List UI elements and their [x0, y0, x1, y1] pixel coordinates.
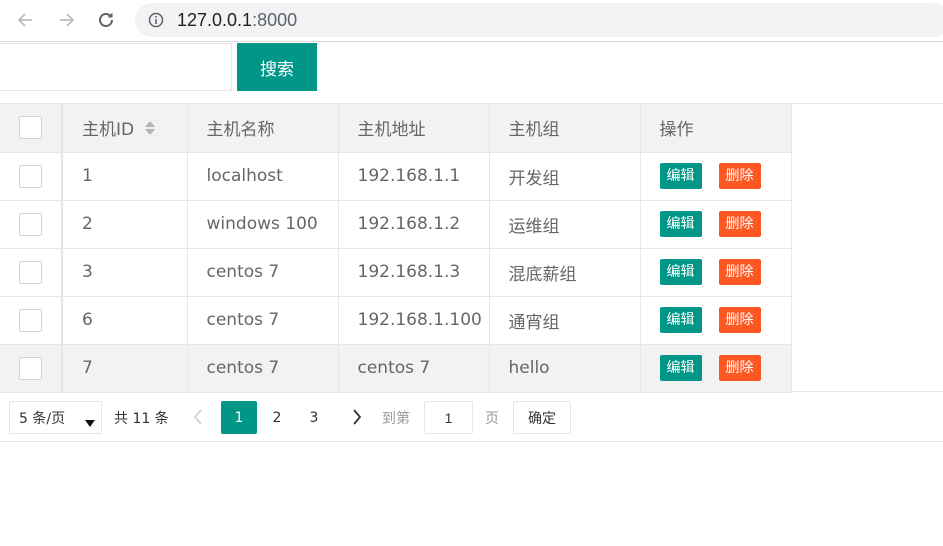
select-all-checkbox[interactable]	[19, 116, 42, 140]
table-row: 6 centos 7 192.168.1.100 通宵组 编辑 删除	[0, 295, 792, 345]
cell-host-name: centos 7	[186, 295, 339, 345]
forward-button[interactable]	[52, 6, 80, 34]
row-checkbox[interactable]	[19, 212, 42, 236]
cell-host-group: 开发组	[488, 152, 641, 201]
header-host-id[interactable]: 主机ID	[61, 104, 188, 153]
row-checkbox-cell	[0, 295, 63, 345]
goto-confirm-button[interactable]: 确定	[513, 401, 571, 434]
goto-label: 到第	[382, 411, 410, 427]
delete-button[interactable]: 删除	[718, 307, 761, 333]
row-checkbox-cell	[0, 343, 63, 393]
cell-host-group: 运维组	[488, 199, 641, 249]
cell-actions: 编辑 删除	[639, 199, 792, 249]
cell-host-id: 6	[61, 295, 188, 345]
page-size-select[interactable]: 5 条/页	[9, 401, 102, 434]
chevron-right-icon	[353, 409, 362, 425]
pagination: 5 条/页 共 11 条 1 2 3 到第 页 确定	[0, 392, 943, 442]
cell-host-name: centos 7	[186, 343, 339, 393]
edit-button[interactable]: 编辑	[659, 259, 702, 285]
table-row: 2 windows 100 192.168.1.2 运维组 编辑 删除	[0, 199, 792, 249]
address-bar[interactable]: 127.0.0.1:8000	[135, 3, 943, 37]
total-count: 共 11 条	[114, 411, 169, 427]
cell-host-name: localhost	[186, 152, 339, 201]
search-button[interactable]: 搜索	[237, 43, 317, 91]
table-header-row: 主机ID 主机名称 主机地址 主机组 操作	[0, 104, 792, 153]
chevron-left-icon	[193, 409, 202, 425]
cell-host-group: 混底薪组	[488, 247, 641, 297]
reload-button[interactable]	[92, 6, 120, 34]
cell-host-name: centos 7	[186, 247, 339, 297]
prev-page-button[interactable]	[186, 405, 210, 429]
info-icon[interactable]	[148, 12, 164, 28]
search-input[interactable]	[0, 43, 232, 91]
url-port: :8000	[252, 9, 298, 30]
table-row: 1 localhost 192.168.1.1 开发组 编辑 删除	[0, 152, 792, 201]
cell-host-group: hello	[488, 343, 641, 393]
next-page-button[interactable]	[345, 405, 369, 429]
cell-actions: 编辑 删除	[639, 247, 792, 297]
row-checkbox-cell	[0, 199, 63, 249]
reload-icon	[99, 12, 113, 27]
page-button-3[interactable]: 3	[296, 401, 332, 434]
goto-page-input[interactable]	[424, 401, 473, 434]
cell-host-group: 通宵组	[488, 295, 641, 345]
header-host-group: 主机组	[488, 104, 641, 153]
row-checkbox[interactable]	[19, 260, 42, 284]
header-host-id-label: 主机ID	[82, 120, 135, 140]
header-host-name: 主机名称	[186, 104, 339, 153]
cell-host-id: 7	[61, 343, 188, 393]
cell-actions: 编辑 删除	[639, 295, 792, 345]
browser-toolbar: 127.0.0.1:8000	[0, 0, 943, 42]
header-actions: 操作	[639, 104, 792, 153]
cell-host-address: 192.168.1.2	[337, 199, 490, 249]
delete-button[interactable]: 删除	[718, 163, 761, 189]
delete-button[interactable]: 删除	[718, 211, 761, 237]
page-unit-label: 页	[485, 411, 499, 427]
url-text: 127.0.0.1:8000	[177, 10, 297, 31]
arrow-left-icon	[17, 13, 32, 27]
row-checkbox[interactable]	[19, 308, 42, 332]
arrow-right-icon	[60, 13, 75, 27]
edit-button[interactable]: 编辑	[659, 355, 702, 381]
edit-button[interactable]: 编辑	[659, 163, 702, 189]
cell-host-address: centos 7	[337, 343, 490, 393]
url-host: 127.0.0.1	[177, 9, 253, 30]
cell-actions: 编辑 删除	[639, 152, 792, 201]
cell-actions: 编辑 删除	[639, 343, 792, 393]
table-row: 3 centos 7 192.168.1.3 混底薪组 编辑 删除	[0, 247, 792, 297]
cell-host-id: 2	[61, 199, 188, 249]
cell-host-id: 3	[61, 247, 188, 297]
cell-host-address: 192.168.1.100	[337, 295, 490, 345]
delete-button[interactable]: 删除	[718, 355, 761, 381]
row-checkbox-cell	[0, 247, 63, 297]
caret-down-icon	[85, 415, 95, 431]
host-table: 主机ID 主机名称 主机地址 主机组 操作 1 localhost 192.16…	[0, 103, 943, 393]
cell-host-id: 1	[61, 152, 188, 201]
row-checkbox[interactable]	[19, 356, 42, 380]
page-button-2[interactable]: 2	[259, 401, 295, 434]
delete-button[interactable]: 删除	[718, 259, 761, 285]
row-checkbox-cell	[0, 152, 63, 201]
sort-icon[interactable]	[144, 120, 156, 141]
back-button[interactable]	[12, 6, 40, 34]
header-host-address: 主机地址	[337, 104, 490, 153]
edit-button[interactable]: 编辑	[659, 211, 702, 237]
page-size-value: 5 条/页	[19, 410, 66, 427]
page-button-1[interactable]: 1	[221, 401, 257, 434]
cell-host-address: 192.168.1.1	[337, 152, 490, 201]
row-checkbox[interactable]	[19, 164, 42, 188]
table-row: 7 centos 7 centos 7 hello 编辑 删除	[0, 343, 792, 393]
cell-host-address: 192.168.1.3	[337, 247, 490, 297]
cell-host-name: windows 100	[186, 199, 339, 249]
data-table: 主机ID 主机名称 主机地址 主机组 操作 1 localhost 192.16…	[0, 104, 792, 393]
edit-button[interactable]: 编辑	[659, 307, 702, 333]
header-checkbox-cell	[0, 104, 63, 153]
